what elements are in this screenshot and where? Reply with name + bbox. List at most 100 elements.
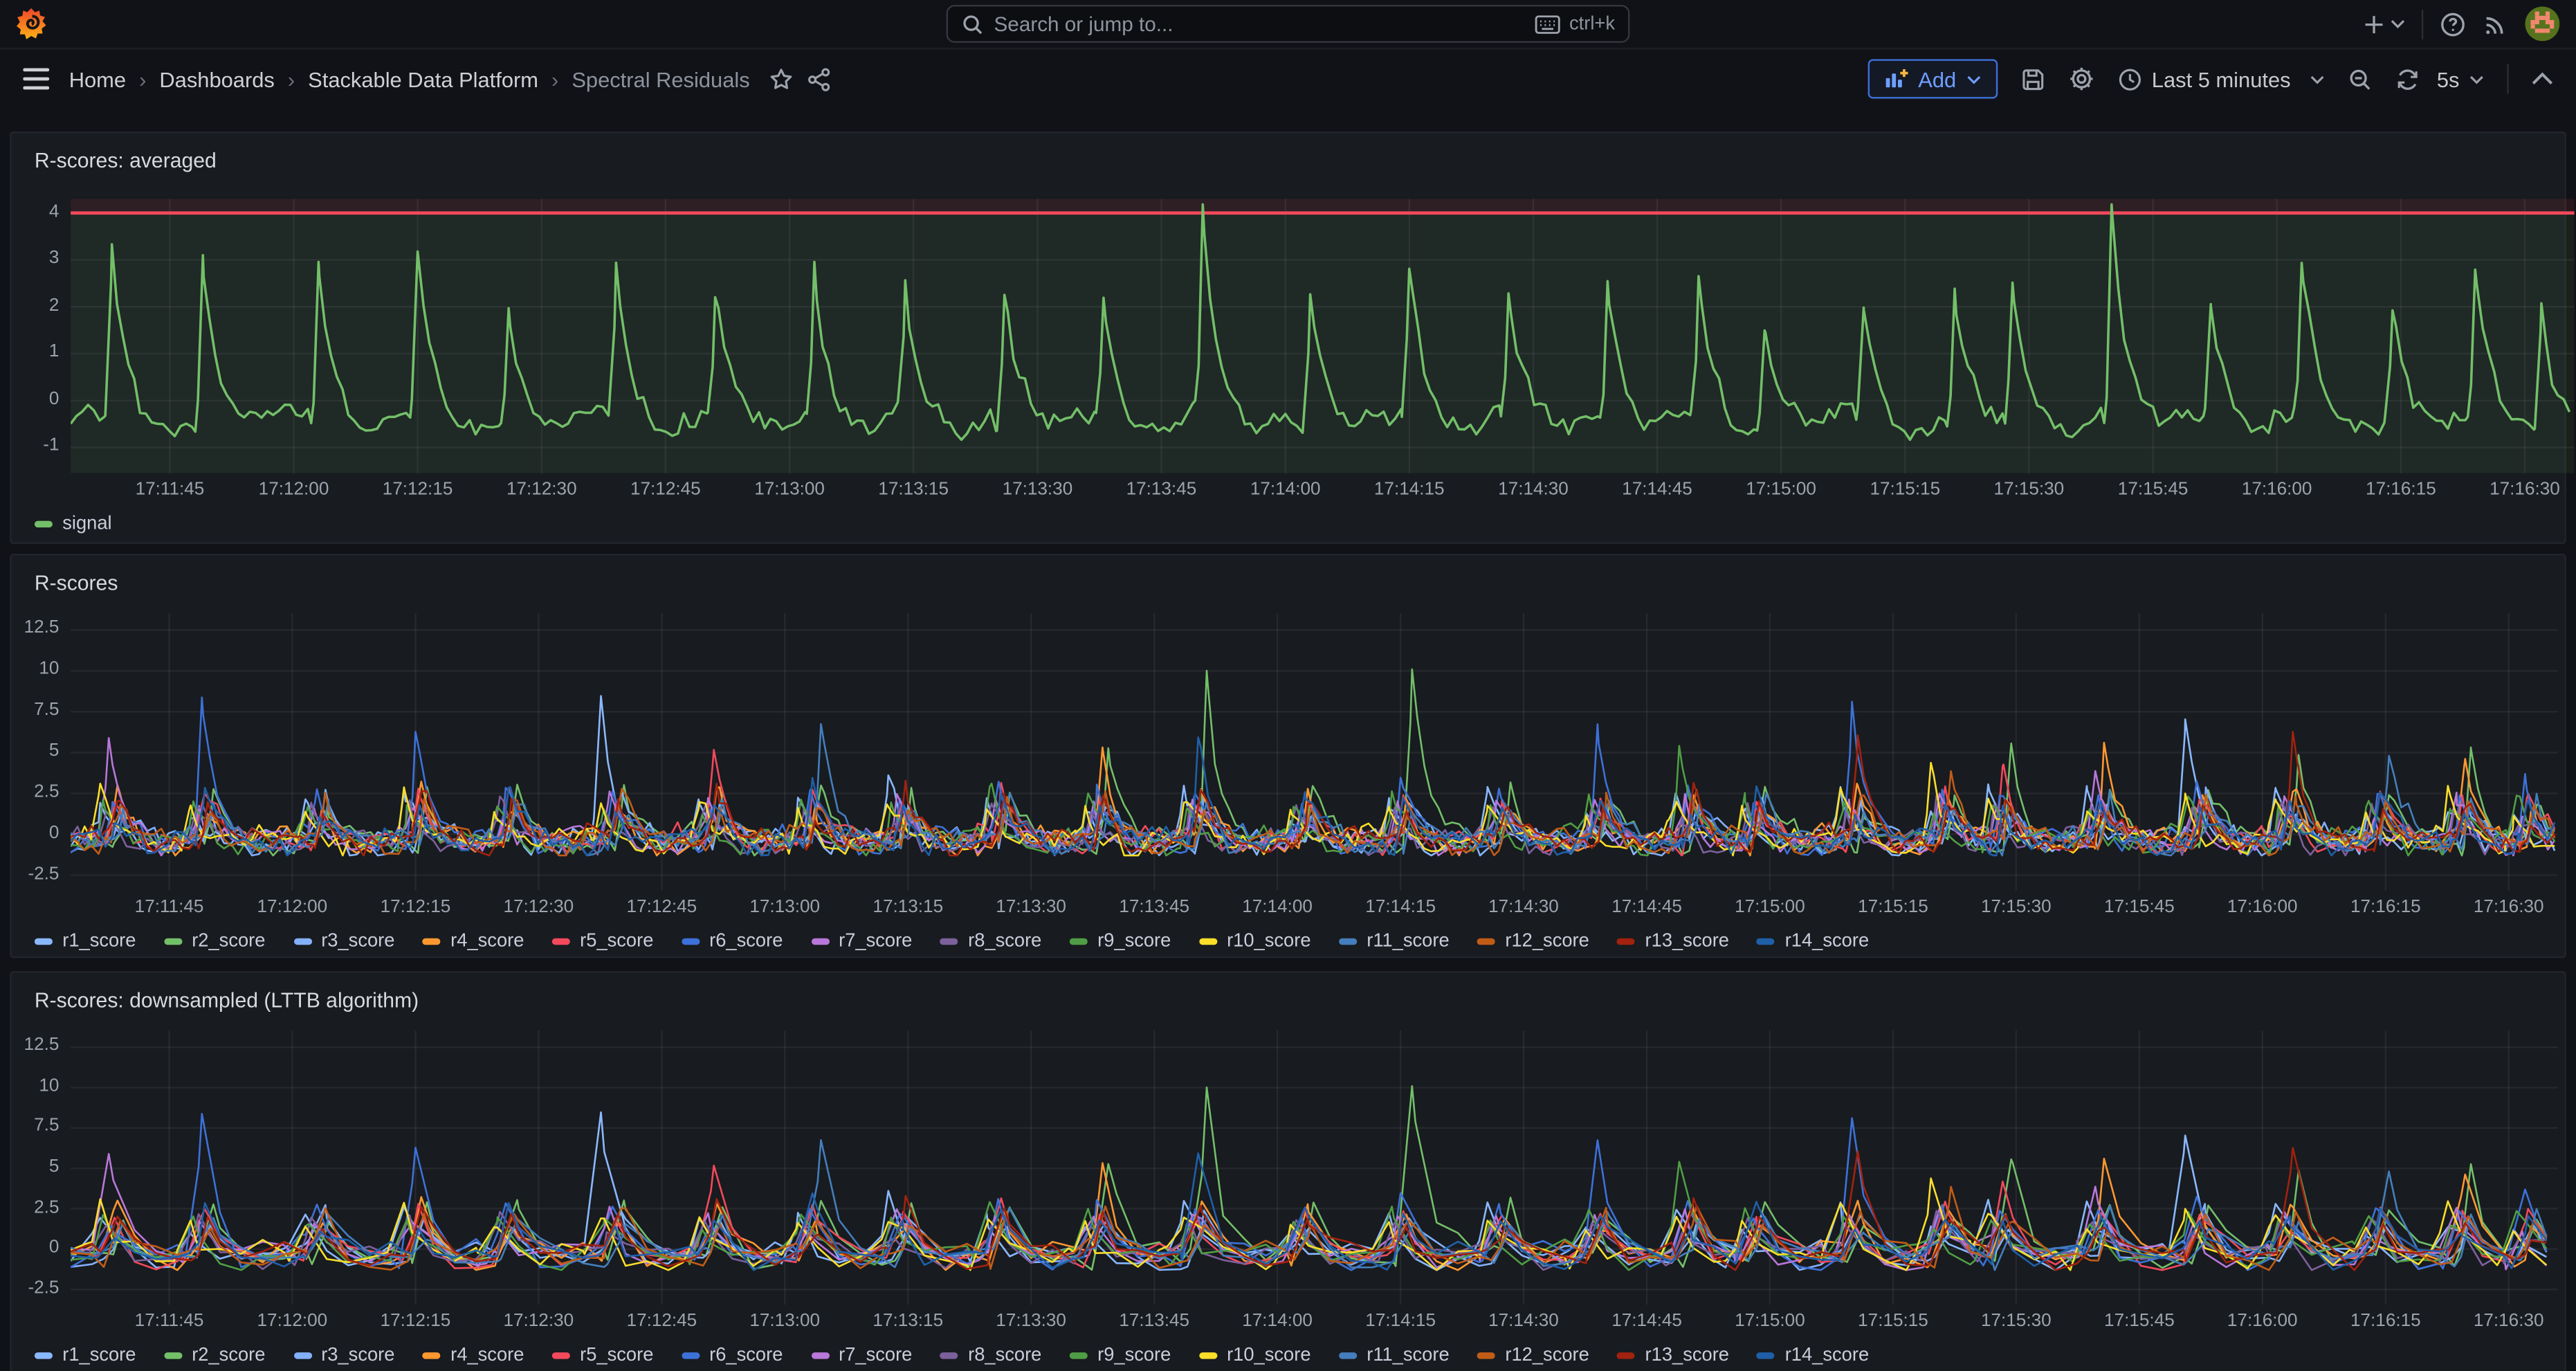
legend-label: r9_score [1097, 932, 1171, 951]
chart-canvas[interactable] [71, 199, 2575, 473]
x-tick-label: 17:15:15 [1849, 480, 1961, 499]
legend-label: r10_score [1227, 1346, 1310, 1365]
refresh-picker[interactable]: 5s [2396, 66, 2485, 91]
legend-color-pill [164, 938, 182, 945]
legend-item-r2_score[interactable]: r2_score [164, 1346, 266, 1365]
legend-item-r12_score[interactable]: r12_score [1477, 932, 1589, 951]
legend-label: r5_score [580, 1346, 653, 1365]
y-tick-label: 0 [49, 389, 60, 408]
panel-title[interactable]: R-scores: averaged [25, 145, 2552, 177]
chart-plot-area[interactable]: 17:11:4517:12:0017:12:1517:12:3017:12:45… [71, 613, 2558, 920]
chart-plot-area[interactable]: 17:11:4517:12:0017:12:1517:12:3017:12:45… [71, 199, 2575, 502]
legend-item-r13_score[interactable]: r13_score [1617, 1346, 1729, 1365]
x-tick-label: 17:14:15 [1344, 897, 1456, 916]
legend-color-pill [35, 520, 53, 528]
favorite-star-icon[interactable] [769, 66, 794, 91]
zoom-out-time-icon[interactable] [2348, 66, 2373, 91]
y-tick-label: 0 [49, 823, 60, 842]
legend-item-r4_score[interactable]: r4_score [423, 1346, 524, 1365]
breadcrumb-home[interactable]: Home [69, 66, 126, 91]
refresh-icon[interactable] [2396, 66, 2421, 91]
x-axis: 17:11:4517:12:0017:12:1517:12:3017:12:45… [71, 891, 2558, 920]
legend-item-r13_score[interactable]: r13_score [1617, 932, 1729, 951]
toolbar-divider [2507, 64, 2508, 94]
legend-item-r1_score[interactable]: r1_score [35, 1346, 136, 1365]
legend-item-r6_score[interactable]: r6_score [682, 932, 783, 951]
legend-item-r3_score[interactable]: r3_score [293, 1346, 395, 1365]
x-tick-label: 17:12:45 [606, 897, 718, 916]
search-icon [961, 12, 984, 35]
keyboard-icon [1535, 14, 1561, 33]
top-nav-right [1629, 6, 2559, 41]
save-dashboard-icon[interactable] [2020, 66, 2045, 91]
legend-item-r10_score[interactable]: r10_score [1199, 932, 1311, 951]
legend-item-r8_score[interactable]: r8_score [940, 932, 1042, 951]
legend-item-r14_score[interactable]: r14_score [1757, 932, 1869, 951]
panel-title[interactable]: R-scores: downsampled (LTTB algorithm) [25, 984, 2552, 1017]
add-button-label: Add [1918, 66, 1956, 91]
legend-item-r1_score[interactable]: r1_score [35, 932, 136, 951]
legend-color-pill [164, 1352, 182, 1360]
share-icon[interactable] [807, 66, 832, 91]
legend-color-pill [1477, 1352, 1495, 1360]
news-icon[interactable] [2483, 10, 2509, 37]
legend-item-r6_score[interactable]: r6_score [682, 1346, 783, 1365]
y-tick-label: 4 [49, 201, 60, 221]
legend-item-r3_score[interactable]: r3_score [293, 932, 395, 951]
legend-item-r9_score[interactable]: r9_score [1070, 932, 1171, 951]
legend-item-r2_score[interactable]: r2_score [164, 932, 266, 951]
legend-item-r8_score[interactable]: r8_score [940, 1346, 1042, 1365]
dashboard-settings-icon[interactable] [2068, 66, 2094, 92]
search-input[interactable]: Search or jump to... ctrl+k [947, 5, 1630, 43]
y-tick-label: 7.5 [34, 700, 59, 720]
breadcrumb-dashboards[interactable]: Dashboards [159, 66, 274, 91]
x-tick-label: 17:12:00 [237, 1311, 348, 1331]
x-tick-label: 17:15:45 [2083, 1311, 2195, 1331]
legend-item-r5_score[interactable]: r5_score [552, 1346, 654, 1365]
x-tick-label: 17:12:15 [360, 1311, 471, 1331]
x-tick-label: 17:16:30 [2453, 1311, 2564, 1331]
legend-item-r4_score[interactable]: r4_score [423, 932, 524, 951]
legend-item-r11_score[interactable]: r11_score [1339, 932, 1450, 951]
new-item-button[interactable] [2362, 12, 2405, 35]
legend-item-signal[interactable]: signal [35, 514, 112, 534]
refresh-interval-dropdown[interactable]: 5s [2437, 66, 2484, 91]
x-tick-label: 17:11:45 [114, 480, 226, 499]
legend-item-r10_score[interactable]: r10_score [1199, 1346, 1311, 1365]
legend-label: r7_score [839, 932, 912, 951]
legend-item-r7_score[interactable]: r7_score [811, 932, 913, 951]
legend-item-r5_score[interactable]: r5_score [552, 932, 654, 951]
x-tick-label: 17:14:30 [1468, 897, 1579, 916]
legend-label: r6_score [709, 932, 783, 951]
user-avatar[interactable] [2525, 6, 2559, 41]
legend-label: r11_score [1367, 1346, 1449, 1365]
x-tick-label: 17:11:45 [113, 897, 225, 916]
y-tick-label: 12.5 [24, 619, 60, 638]
x-tick-label: 17:15:00 [1714, 1311, 1825, 1331]
panel-title[interactable]: R-scores [25, 567, 2552, 599]
grafana-logo-icon[interactable] [17, 8, 48, 40]
search-placeholder: Search or jump to... [994, 12, 1525, 35]
add-panel-button[interactable]: Add [1867, 59, 1998, 98]
legend-label: r6_score [709, 1346, 783, 1365]
legend-item-r12_score[interactable]: r12_score [1477, 1346, 1589, 1365]
legend-label: r4_score [450, 1346, 524, 1365]
mega-menu-icon[interactable] [23, 67, 49, 90]
help-icon[interactable] [2440, 10, 2466, 37]
chart-canvas[interactable] [71, 613, 2558, 891]
legend-color-pill [1199, 938, 1217, 945]
panel-r-scores: R-scores 12.5107.552.50-2.5 17:11:4517:1… [10, 554, 2566, 958]
time-range-picker[interactable]: Last 5 minutes [2117, 66, 2325, 91]
legend-item-r9_score[interactable]: r9_score [1070, 1346, 1171, 1365]
legend-item-r7_score[interactable]: r7_score [811, 1346, 913, 1365]
legend-item-r11_score[interactable]: r11_score [1339, 1346, 1450, 1365]
legend-item-r14_score[interactable]: r14_score [1757, 1346, 1869, 1365]
chart-canvas[interactable] [71, 1030, 2558, 1305]
breadcrumb-folder[interactable]: Stackable Data Platform [308, 66, 538, 91]
x-tick-label: 17:15:45 [2097, 480, 2209, 499]
x-tick-label: 17:14:45 [1601, 480, 1712, 499]
panel-r-scores-downsampled: R-scores: downsampled (LTTB algorithm) 1… [10, 971, 2566, 1371]
chart-plot-area[interactable]: 17:11:4517:12:0017:12:1517:12:3017:12:45… [71, 1030, 2558, 1334]
hide-controls-button[interactable] [2532, 71, 2553, 87]
legend-color-pill [552, 1352, 570, 1360]
